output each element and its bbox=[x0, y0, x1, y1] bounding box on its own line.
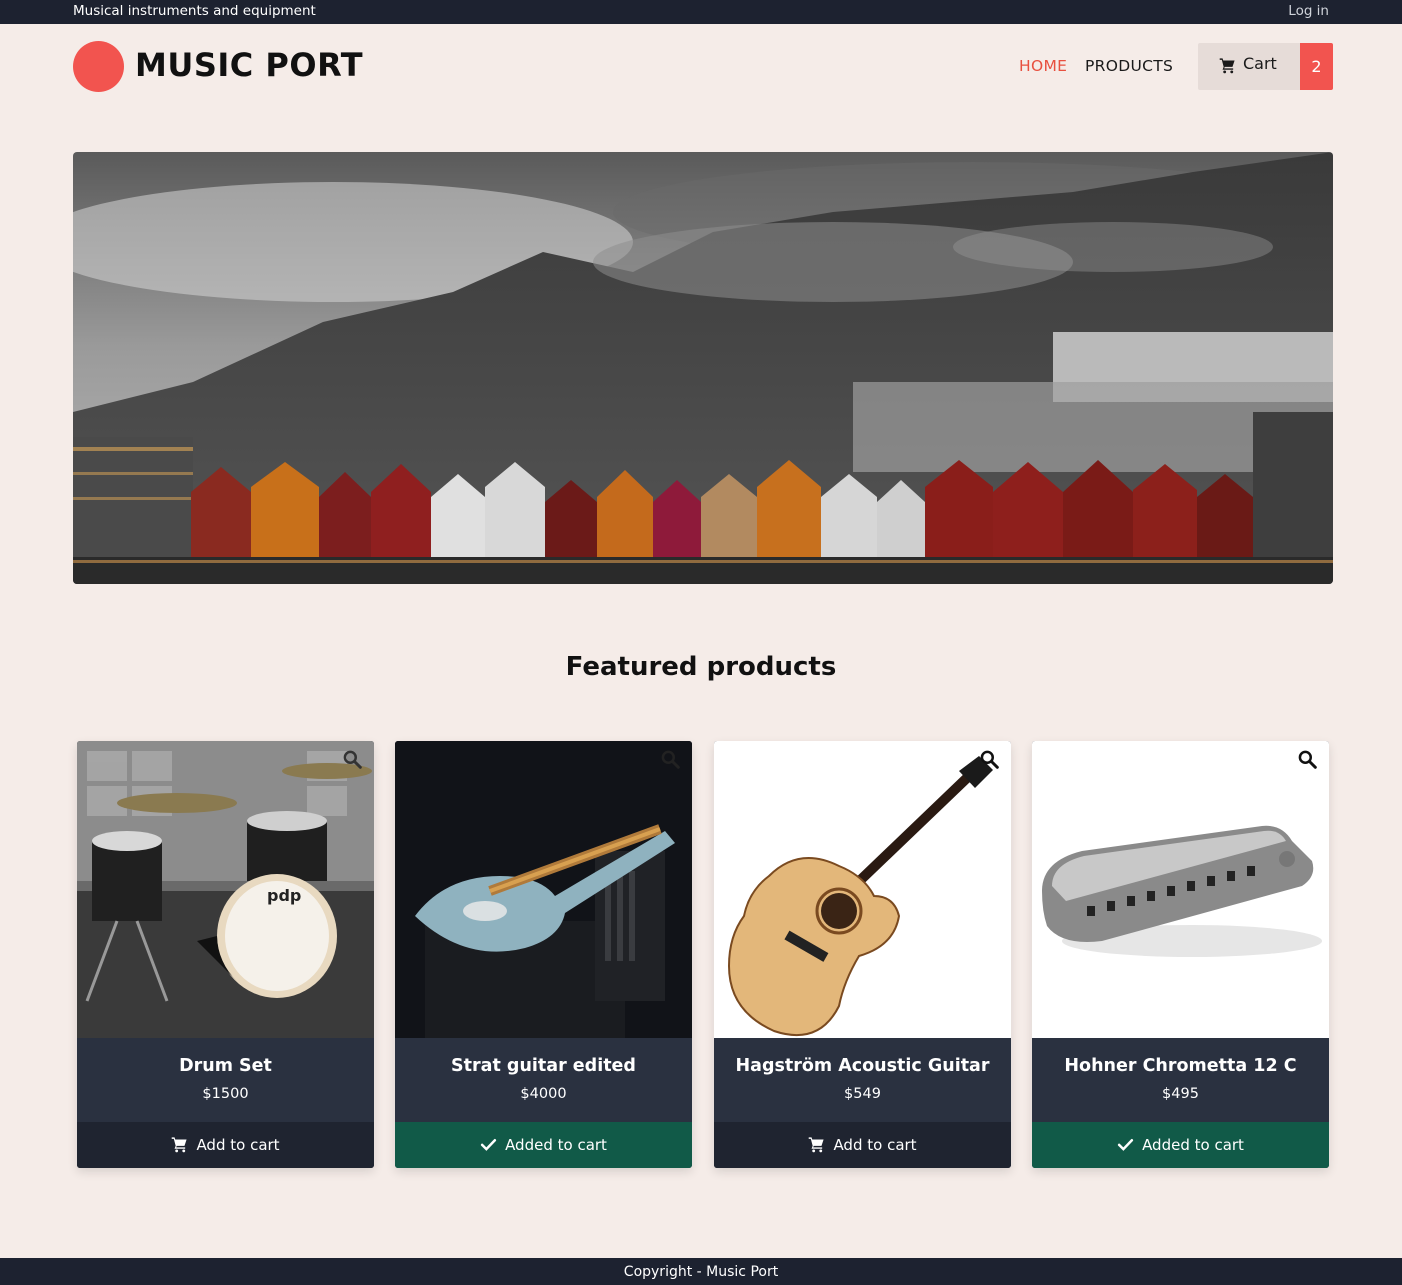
cart-button[interactable]: Cart bbox=[1198, 43, 1300, 90]
product-price: $1500 bbox=[202, 1086, 249, 1102]
added-to-cart-button[interactable]: Added to cart bbox=[395, 1122, 692, 1168]
product-info: Strat guitar edited $4000 bbox=[395, 1038, 692, 1122]
zoom-icon[interactable] bbox=[1297, 749, 1317, 769]
add-to-cart-label: Add to cart bbox=[196, 1136, 280, 1154]
cart-icon bbox=[1219, 58, 1235, 74]
product-image[interactable] bbox=[395, 741, 692, 1038]
zoom-icon[interactable] bbox=[342, 749, 362, 769]
add-to-cart-button[interactable]: Add to cart bbox=[714, 1122, 1011, 1168]
product-price: $549 bbox=[844, 1086, 881, 1102]
footer-copyright: Copyright - Music Port bbox=[623, 1264, 779, 1280]
add-to-cart-label: Add to cart bbox=[833, 1136, 917, 1154]
cart-count-badge[interactable]: 2 bbox=[1300, 43, 1333, 90]
product-card: Hagström Acoustic Guitar $549 Add to car… bbox=[714, 741, 1011, 1168]
product-card: Strat guitar edited $4000 Added to cart bbox=[395, 741, 692, 1168]
product-price: $4000 bbox=[520, 1086, 567, 1102]
product-image[interactable] bbox=[714, 741, 1011, 1038]
product-price: $495 bbox=[1162, 1086, 1199, 1102]
svg-text:pdp: pdp bbox=[267, 886, 301, 905]
product-name[interactable]: Hagström Acoustic Guitar bbox=[714, 1056, 1011, 1076]
logo-icon[interactable] bbox=[73, 41, 124, 92]
product-info: Hagström Acoustic Guitar $549 bbox=[714, 1038, 1011, 1122]
nav-products[interactable]: PRODUCTS bbox=[1085, 57, 1173, 75]
brand-title[interactable]: MUSIC PORT bbox=[135, 46, 363, 84]
section-title: Featured products bbox=[565, 652, 837, 682]
cart-icon bbox=[172, 1136, 188, 1152]
cart-icon bbox=[809, 1136, 825, 1152]
footer: Copyright - Music Port bbox=[0, 1258, 1402, 1285]
site-tagline: Musical instruments and equipment bbox=[73, 3, 316, 19]
login-link[interactable]: Log in bbox=[1288, 3, 1329, 19]
product-name[interactable]: Strat guitar edited bbox=[395, 1056, 692, 1076]
product-image[interactable] bbox=[1032, 741, 1329, 1038]
product-card: pdp Drum Set $1500 Add to cart bbox=[77, 741, 374, 1168]
product-info: Drum Set $1500 bbox=[77, 1038, 374, 1122]
top-bar: Musical instruments and equipment Log in bbox=[0, 0, 1402, 24]
hero-image bbox=[73, 152, 1333, 584]
add-to-cart-button[interactable]: Add to cart bbox=[77, 1122, 374, 1168]
zoom-icon[interactable] bbox=[979, 749, 999, 769]
product-name[interactable]: Hohner Chrometta 12 C bbox=[1032, 1056, 1329, 1076]
nav-home[interactable]: HOME bbox=[1019, 57, 1067, 75]
check-icon bbox=[1117, 1138, 1134, 1151]
product-name[interactable]: Drum Set bbox=[77, 1056, 374, 1076]
added-to-cart-label: Added to cart bbox=[505, 1136, 607, 1154]
added-to-cart-label: Added to cart bbox=[1142, 1136, 1244, 1154]
zoom-icon[interactable] bbox=[660, 749, 680, 769]
product-info: Hohner Chrometta 12 C $495 bbox=[1032, 1038, 1329, 1122]
check-icon bbox=[480, 1138, 497, 1151]
cart-label: Cart bbox=[1243, 54, 1277, 73]
product-image[interactable]: pdp bbox=[77, 741, 374, 1038]
product-card: Hohner Chrometta 12 C $495 Added to cart bbox=[1032, 741, 1329, 1168]
added-to-cart-button[interactable]: Added to cart bbox=[1032, 1122, 1329, 1168]
